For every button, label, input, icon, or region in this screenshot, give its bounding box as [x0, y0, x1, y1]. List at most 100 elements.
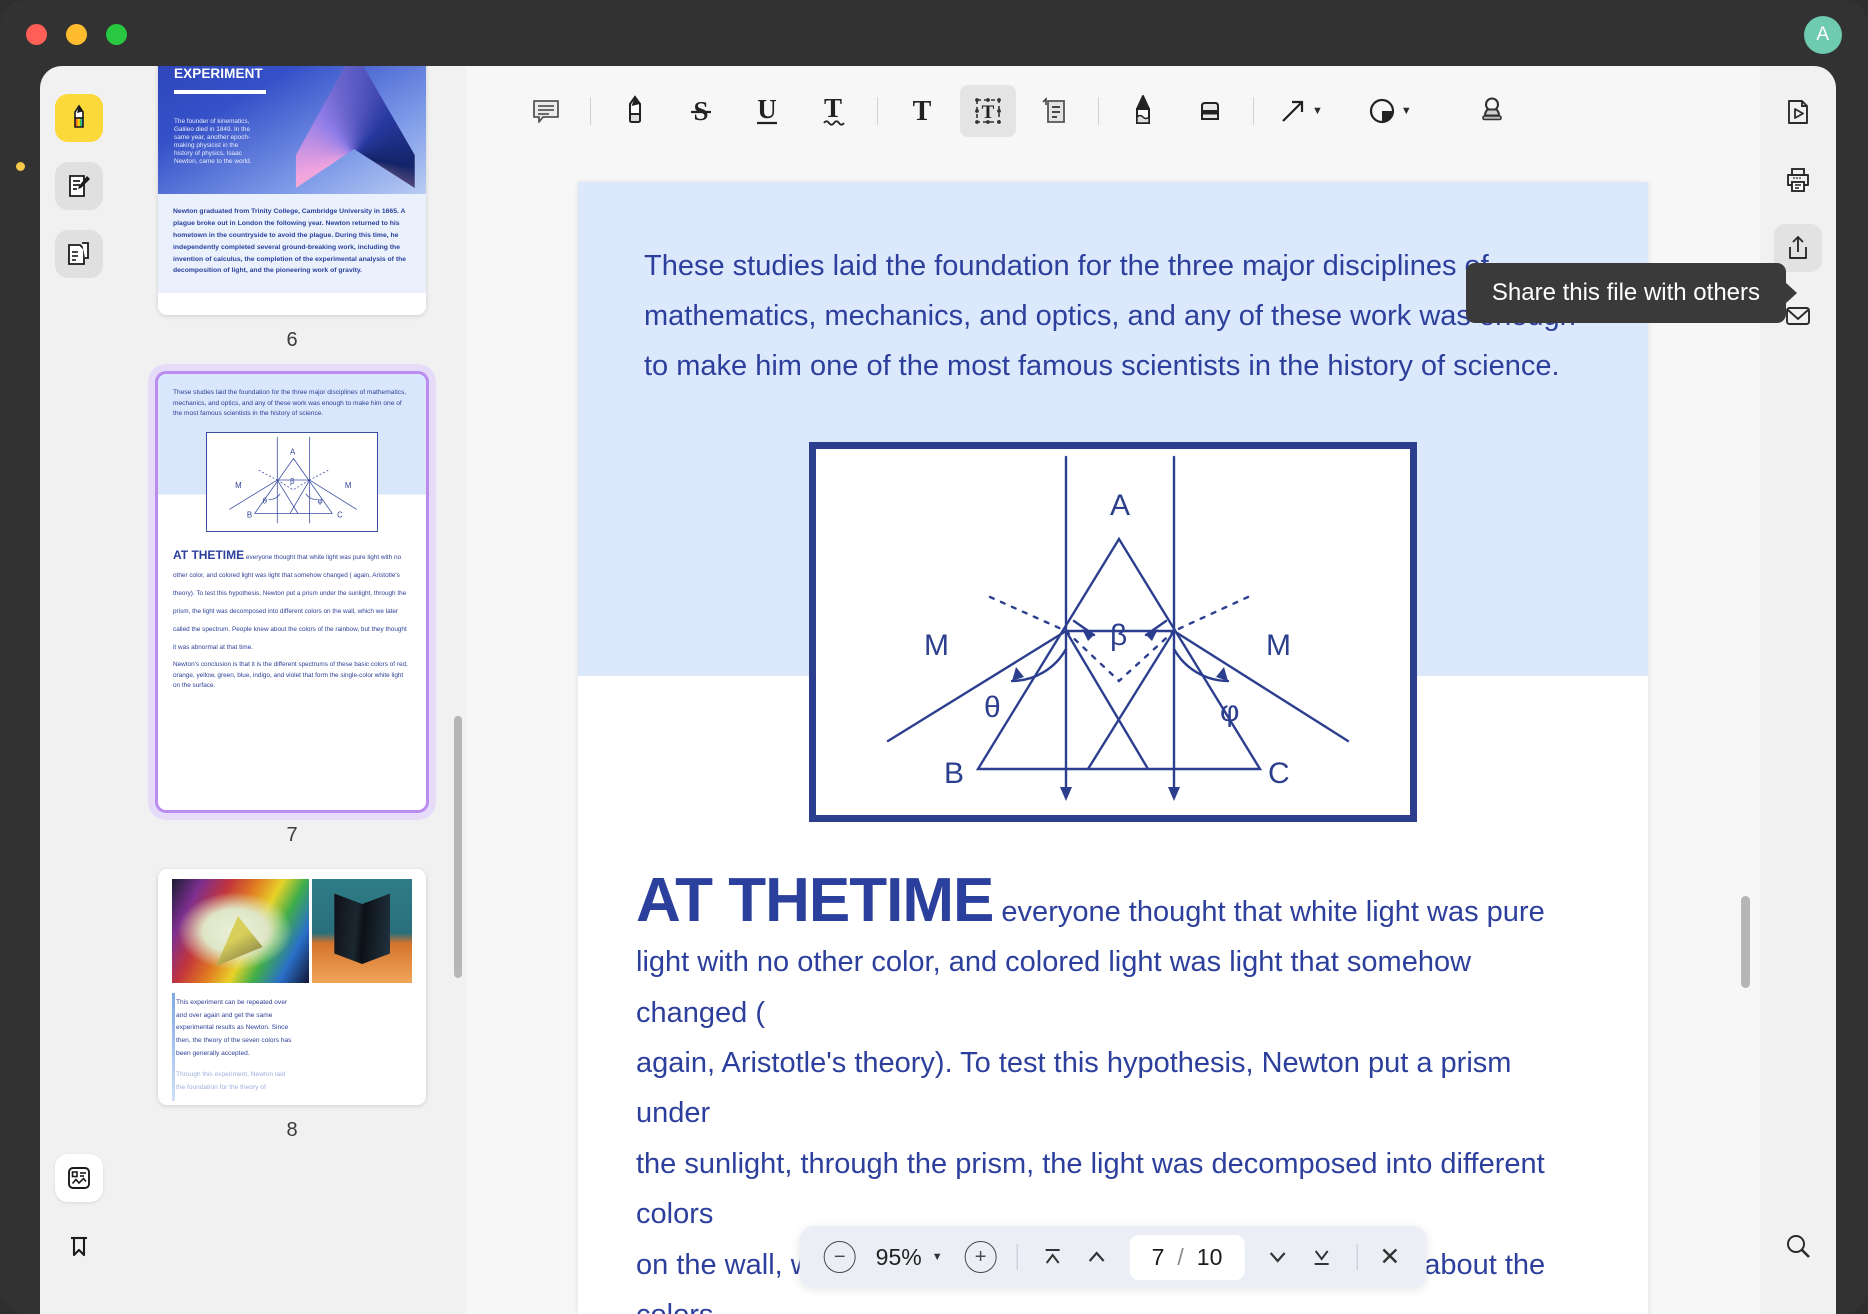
thumbnail-scrollbar[interactable]: [454, 716, 462, 978]
arrow-icon: [1282, 100, 1304, 122]
comment-icon: [533, 100, 559, 123]
page-heading: AT THETIME: [636, 865, 994, 935]
figure-label-beta: β: [1110, 619, 1127, 652]
intro-paragraph: These studies laid the foundation for th…: [644, 250, 1576, 382]
highlight-tool-button[interactable]: [607, 85, 663, 137]
presentation-button[interactable]: [1774, 88, 1822, 136]
svg-text:B: B: [247, 510, 252, 519]
sidebar-item-highlighter[interactable]: [55, 94, 103, 142]
thumbnail-page-6[interactable]: PRISM DECOMPOSITI ON SUNLIGHT EXPERIMENT…: [158, 66, 426, 316]
text-icon: T: [913, 96, 932, 127]
close-window-button[interactable]: [26, 24, 47, 45]
shape-tool-button[interactable]: ▼: [1359, 85, 1420, 137]
next-page-button[interactable]: [1258, 1238, 1296, 1276]
text-box-tool-button[interactable]: T: [960, 85, 1016, 137]
highlighter-pen-icon: [629, 95, 641, 123]
chevron-down-icon[interactable]: ▼: [1401, 105, 1412, 117]
prism-diagram-frame: A B C M M β θ φ: [809, 441, 1417, 822]
thumb8-images: [172, 878, 412, 983]
thumbnail-panel[interactable]: PRISM DECOMPOSITI ON SUNLIGHT EXPERIMENT…: [118, 66, 466, 1314]
document-canvas[interactable]: These studies laid the foundation for th…: [466, 156, 1760, 1314]
share-tooltip: Share this file with others: [1465, 263, 1786, 323]
chevron-down-icon[interactable]: ▼: [932, 1251, 943, 1263]
prism-refraction-diagram-small: A B C M M β θ φ: [229, 436, 357, 524]
thumbnail-page-7[interactable]: These studies laid the foundation for th…: [155, 371, 429, 813]
figure-zone: A B C M M β θ φ: [578, 391, 1648, 822]
envelope-icon: [1786, 307, 1810, 325]
underline-tool-button[interactable]: U: [739, 85, 795, 137]
minimize-window-button[interactable]: [66, 24, 87, 45]
sidebar-item-thumbnail-view[interactable]: [55, 1154, 103, 1202]
sidebar-item-annotate[interactable]: [55, 162, 103, 210]
previous-page-button[interactable]: [1078, 1238, 1116, 1276]
thumbnail-page-8[interactable]: This experiment can be repeated over and…: [158, 868, 426, 1105]
thumbnail-item[interactable]: This experiment can be repeated over and…: [118, 868, 466, 1164]
bookmark-icon: [71, 1236, 87, 1257]
figure-label-A: A: [1110, 489, 1130, 522]
avatar[interactable]: A: [1804, 16, 1842, 54]
comment-tool-button[interactable]: [518, 85, 574, 137]
bar-divider: [1356, 1244, 1358, 1270]
eraser-tool-button[interactable]: [1181, 85, 1237, 137]
squiggly-tool-button[interactable]: T: [805, 85, 861, 137]
zoom-level-value[interactable]: 95%: [876, 1244, 922, 1271]
figure-label-C: C: [1268, 757, 1290, 790]
print-button[interactable]: [1774, 156, 1822, 204]
current-page-number[interactable]: 7: [1152, 1244, 1165, 1271]
page-slash: /: [1177, 1243, 1184, 1270]
maximize-window-button[interactable]: [106, 24, 127, 45]
sidebar-item-pages[interactable]: [55, 230, 103, 278]
total-page-count: 10: [1196, 1243, 1223, 1270]
svg-text:C: C: [337, 510, 343, 519]
thumb8-body-text-2: Through this experiment, Newton laid the…: [176, 1070, 286, 1091]
bar-divider: [1016, 1244, 1018, 1270]
page-scrollbar[interactable]: [1741, 896, 1750, 988]
thumbnail-page-number: 6: [286, 329, 298, 352]
first-page-button[interactable]: [1034, 1238, 1072, 1276]
close-navigation-button[interactable]: ✕: [1373, 1242, 1406, 1272]
text-tool-button[interactable]: T: [894, 85, 950, 137]
zoom-out-button[interactable]: −: [823, 1241, 856, 1273]
strikethrough-icon: S: [691, 96, 711, 126]
thumb7-heading: AT THETIME: [173, 547, 245, 562]
sidebar-item-bookmark[interactable]: [55, 1222, 103, 1270]
shape-icon: [1369, 98, 1394, 124]
app-window: A EXPERIMENT The founder of kinematics, …: [0, 0, 1868, 1314]
app-body: PRISM DECOMPOSITI ON SUNLIGHT EXPERIMENT…: [0, 66, 1868, 1314]
note-tool-button[interactable]: [1026, 85, 1082, 137]
page-indicator[interactable]: 7 / 10: [1129, 1234, 1245, 1280]
thumbnail-item[interactable]: PRISM DECOMPOSITI ON SUNLIGHT EXPERIMENT…: [118, 66, 466, 374]
first-page-icon: [1045, 1249, 1060, 1264]
thumbnail-item[interactable]: These studies laid the foundation for th…: [118, 371, 466, 868]
stamp-tool-button[interactable]: [1464, 85, 1520, 137]
search-button[interactable]: [1774, 1222, 1822, 1270]
thumb6-hero: PRISM DECOMPOSITI ON SUNLIGHT EXPERIMENT…: [158, 66, 426, 194]
prism-photo-icon: [295, 66, 415, 188]
body-line: again, Aristotle's theory). To test this…: [636, 1046, 1512, 1130]
strikethrough-tool-button[interactable]: S: [673, 85, 729, 137]
svg-text:θ: θ: [263, 497, 267, 506]
pencil-tool-button[interactable]: [1115, 85, 1171, 137]
thumb8-body-text: This experiment can be repeated over and…: [176, 998, 292, 1058]
svg-text:T: T: [913, 96, 932, 127]
notification-dot: [16, 162, 25, 171]
toolbar-divider: [590, 97, 591, 125]
thumb7-body: AT THETIME everyone thought that white l…: [158, 537, 426, 702]
zoom-in-button[interactable]: +: [964, 1241, 997, 1273]
left-dark-rail: [0, 66, 40, 1314]
chevron-down-icon[interactable]: ▼: [1312, 105, 1323, 117]
heading-inline-text: everyone thought that white light was pu…: [993, 895, 1545, 928]
prism-photo-2-icon: [312, 878, 412, 983]
right-panel-bottom: [1774, 1222, 1822, 1290]
edit-document-icon: [69, 175, 90, 197]
svg-text:U: U: [757, 94, 777, 124]
pencil-icon: [1136, 95, 1150, 124]
spectrum-photo-icon: [172, 878, 310, 983]
thumb6-body-text: Newton graduated from Trinity College, C…: [173, 208, 407, 275]
last-page-button[interactable]: [1302, 1238, 1340, 1276]
arrow-tool-button[interactable]: ▼: [1270, 85, 1331, 137]
thumb7-figure-zone: A B C M M β θ φ: [158, 423, 426, 538]
toolbar-divider: [877, 97, 878, 125]
eraser-icon: [1201, 102, 1219, 120]
figure-label-theta: θ: [984, 691, 1001, 724]
